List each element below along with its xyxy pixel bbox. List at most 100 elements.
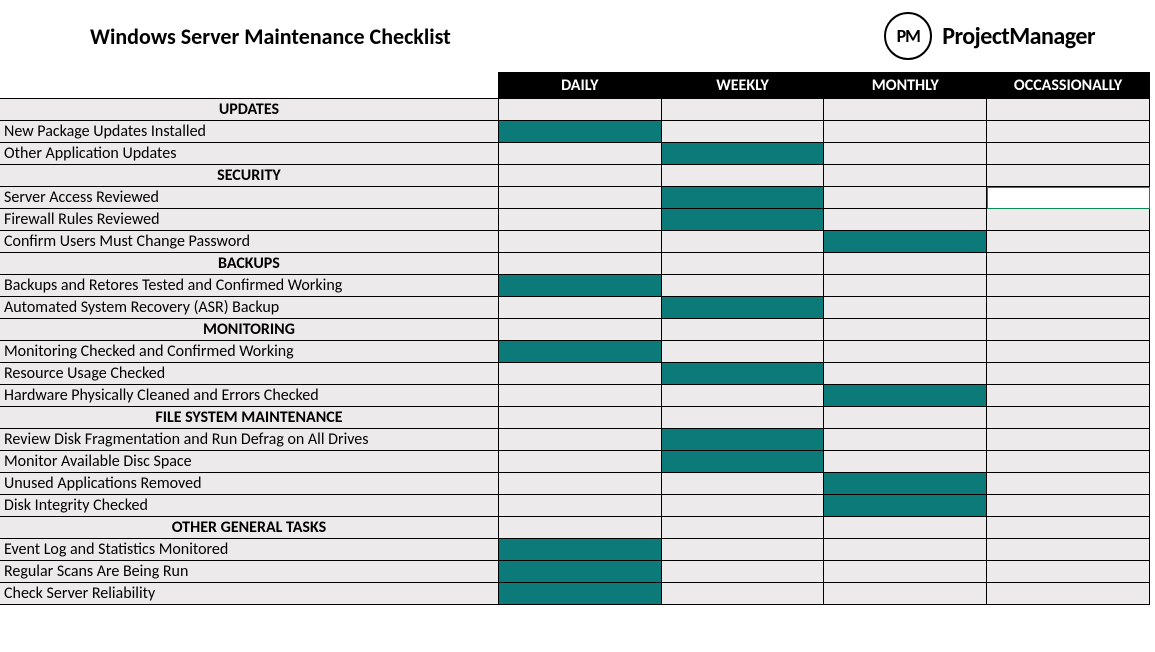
section-blank-cell [987, 517, 1150, 539]
freq-cell[interactable] [661, 297, 824, 319]
section-blank-cell [824, 407, 987, 429]
freq-cell[interactable] [498, 561, 661, 583]
freq-cell[interactable] [661, 209, 824, 231]
freq-cell[interactable] [824, 473, 987, 495]
freq-cell[interactable] [498, 209, 661, 231]
freq-cell[interactable] [824, 429, 987, 451]
section-blank-cell [987, 165, 1150, 187]
section-blank-cell [661, 517, 824, 539]
freq-cell[interactable] [498, 473, 661, 495]
table-row: Monitoring Checked and Confirmed Working [0, 341, 1150, 363]
freq-cell[interactable] [661, 187, 824, 209]
freq-cell[interactable] [498, 297, 661, 319]
freq-cell[interactable] [824, 209, 987, 231]
freq-cell[interactable] [824, 363, 987, 385]
freq-cell[interactable] [824, 275, 987, 297]
section-blank-cell [498, 165, 661, 187]
freq-cell[interactable] [498, 341, 661, 363]
freq-cell[interactable] [661, 583, 824, 605]
freq-cell[interactable] [987, 539, 1150, 561]
table-row: Regular Scans Are Being Run [0, 561, 1150, 583]
task-label: Backups and Retores Tested and Confirmed… [0, 275, 498, 297]
freq-cell[interactable] [987, 341, 1150, 363]
section-blank-cell [661, 319, 824, 341]
freq-cell[interactable] [498, 583, 661, 605]
freq-cell[interactable] [987, 561, 1150, 583]
freq-cell[interactable] [987, 187, 1150, 209]
col-occasionally: OCCASSIONALLY [987, 73, 1150, 99]
freq-cell[interactable] [824, 495, 987, 517]
freq-cell[interactable] [987, 121, 1150, 143]
freq-cell[interactable] [498, 385, 661, 407]
freq-cell[interactable] [824, 143, 987, 165]
freq-cell[interactable] [824, 451, 987, 473]
freq-cell[interactable] [661, 231, 824, 253]
table-row: Automated System Recovery (ASR) Backup [0, 297, 1150, 319]
freq-cell[interactable] [987, 583, 1150, 605]
freq-cell[interactable] [987, 275, 1150, 297]
section-label: BACKUPS [0, 253, 498, 275]
table-row: Review Disk Fragmentation and Run Defrag… [0, 429, 1150, 451]
task-label: Disk Integrity Checked [0, 495, 498, 517]
freq-cell[interactable] [661, 341, 824, 363]
freq-cell[interactable] [824, 539, 987, 561]
freq-cell[interactable] [661, 363, 824, 385]
section-row: SECURITY [0, 165, 1150, 187]
freq-cell[interactable] [661, 495, 824, 517]
task-label: Other Application Updates [0, 143, 498, 165]
freq-cell[interactable] [824, 187, 987, 209]
table-row: Monitor Available Disc Space [0, 451, 1150, 473]
freq-cell[interactable] [661, 121, 824, 143]
checklist-table: DAILY WEEKLY MONTHLY OCCASSIONALLY UPDAT… [0, 72, 1150, 605]
table-row: Firewall Rules Reviewed [0, 209, 1150, 231]
task-label: Hardware Physically Cleaned and Errors C… [0, 385, 498, 407]
freq-cell[interactable] [824, 583, 987, 605]
task-label: Resource Usage Checked [0, 363, 498, 385]
freq-cell[interactable] [661, 429, 824, 451]
freq-cell[interactable] [987, 231, 1150, 253]
task-label: Firewall Rules Reviewed [0, 209, 498, 231]
freq-cell[interactable] [824, 231, 987, 253]
section-blank-cell [824, 253, 987, 275]
freq-cell[interactable] [661, 561, 824, 583]
freq-cell[interactable] [824, 121, 987, 143]
table-row: Resource Usage Checked [0, 363, 1150, 385]
section-label: FILE SYSTEM MAINTENANCE [0, 407, 498, 429]
freq-cell[interactable] [498, 143, 661, 165]
freq-cell[interactable] [987, 297, 1150, 319]
freq-cell[interactable] [498, 231, 661, 253]
freq-cell[interactable] [987, 473, 1150, 495]
freq-cell[interactable] [661, 143, 824, 165]
freq-cell[interactable] [498, 451, 661, 473]
freq-cell[interactable] [661, 473, 824, 495]
freq-cell[interactable] [498, 495, 661, 517]
table-row: Other Application Updates [0, 143, 1150, 165]
freq-cell[interactable] [987, 385, 1150, 407]
freq-cell[interactable] [987, 143, 1150, 165]
freq-cell[interactable] [824, 385, 987, 407]
freq-cell[interactable] [987, 209, 1150, 231]
freq-cell[interactable] [824, 297, 987, 319]
freq-cell[interactable] [987, 429, 1150, 451]
freq-cell[interactable] [661, 275, 824, 297]
freq-cell[interactable] [498, 187, 661, 209]
freq-cell[interactable] [498, 363, 661, 385]
freq-cell[interactable] [987, 495, 1150, 517]
freq-cell[interactable] [987, 363, 1150, 385]
section-blank-cell [498, 253, 661, 275]
col-monthly: MONTHLY [824, 73, 987, 99]
freq-cell[interactable] [498, 429, 661, 451]
freq-cell[interactable] [987, 451, 1150, 473]
table-row: Backups and Retores Tested and Confirmed… [0, 275, 1150, 297]
freq-cell[interactable] [498, 121, 661, 143]
section-row: OTHER GENERAL TASKS [0, 517, 1150, 539]
freq-cell[interactable] [824, 341, 987, 363]
freq-cell[interactable] [498, 275, 661, 297]
freq-cell[interactable] [661, 451, 824, 473]
task-label: Unused Applications Removed [0, 473, 498, 495]
freq-cell[interactable] [661, 385, 824, 407]
section-row: BACKUPS [0, 253, 1150, 275]
freq-cell[interactable] [498, 539, 661, 561]
freq-cell[interactable] [824, 561, 987, 583]
freq-cell[interactable] [661, 539, 824, 561]
